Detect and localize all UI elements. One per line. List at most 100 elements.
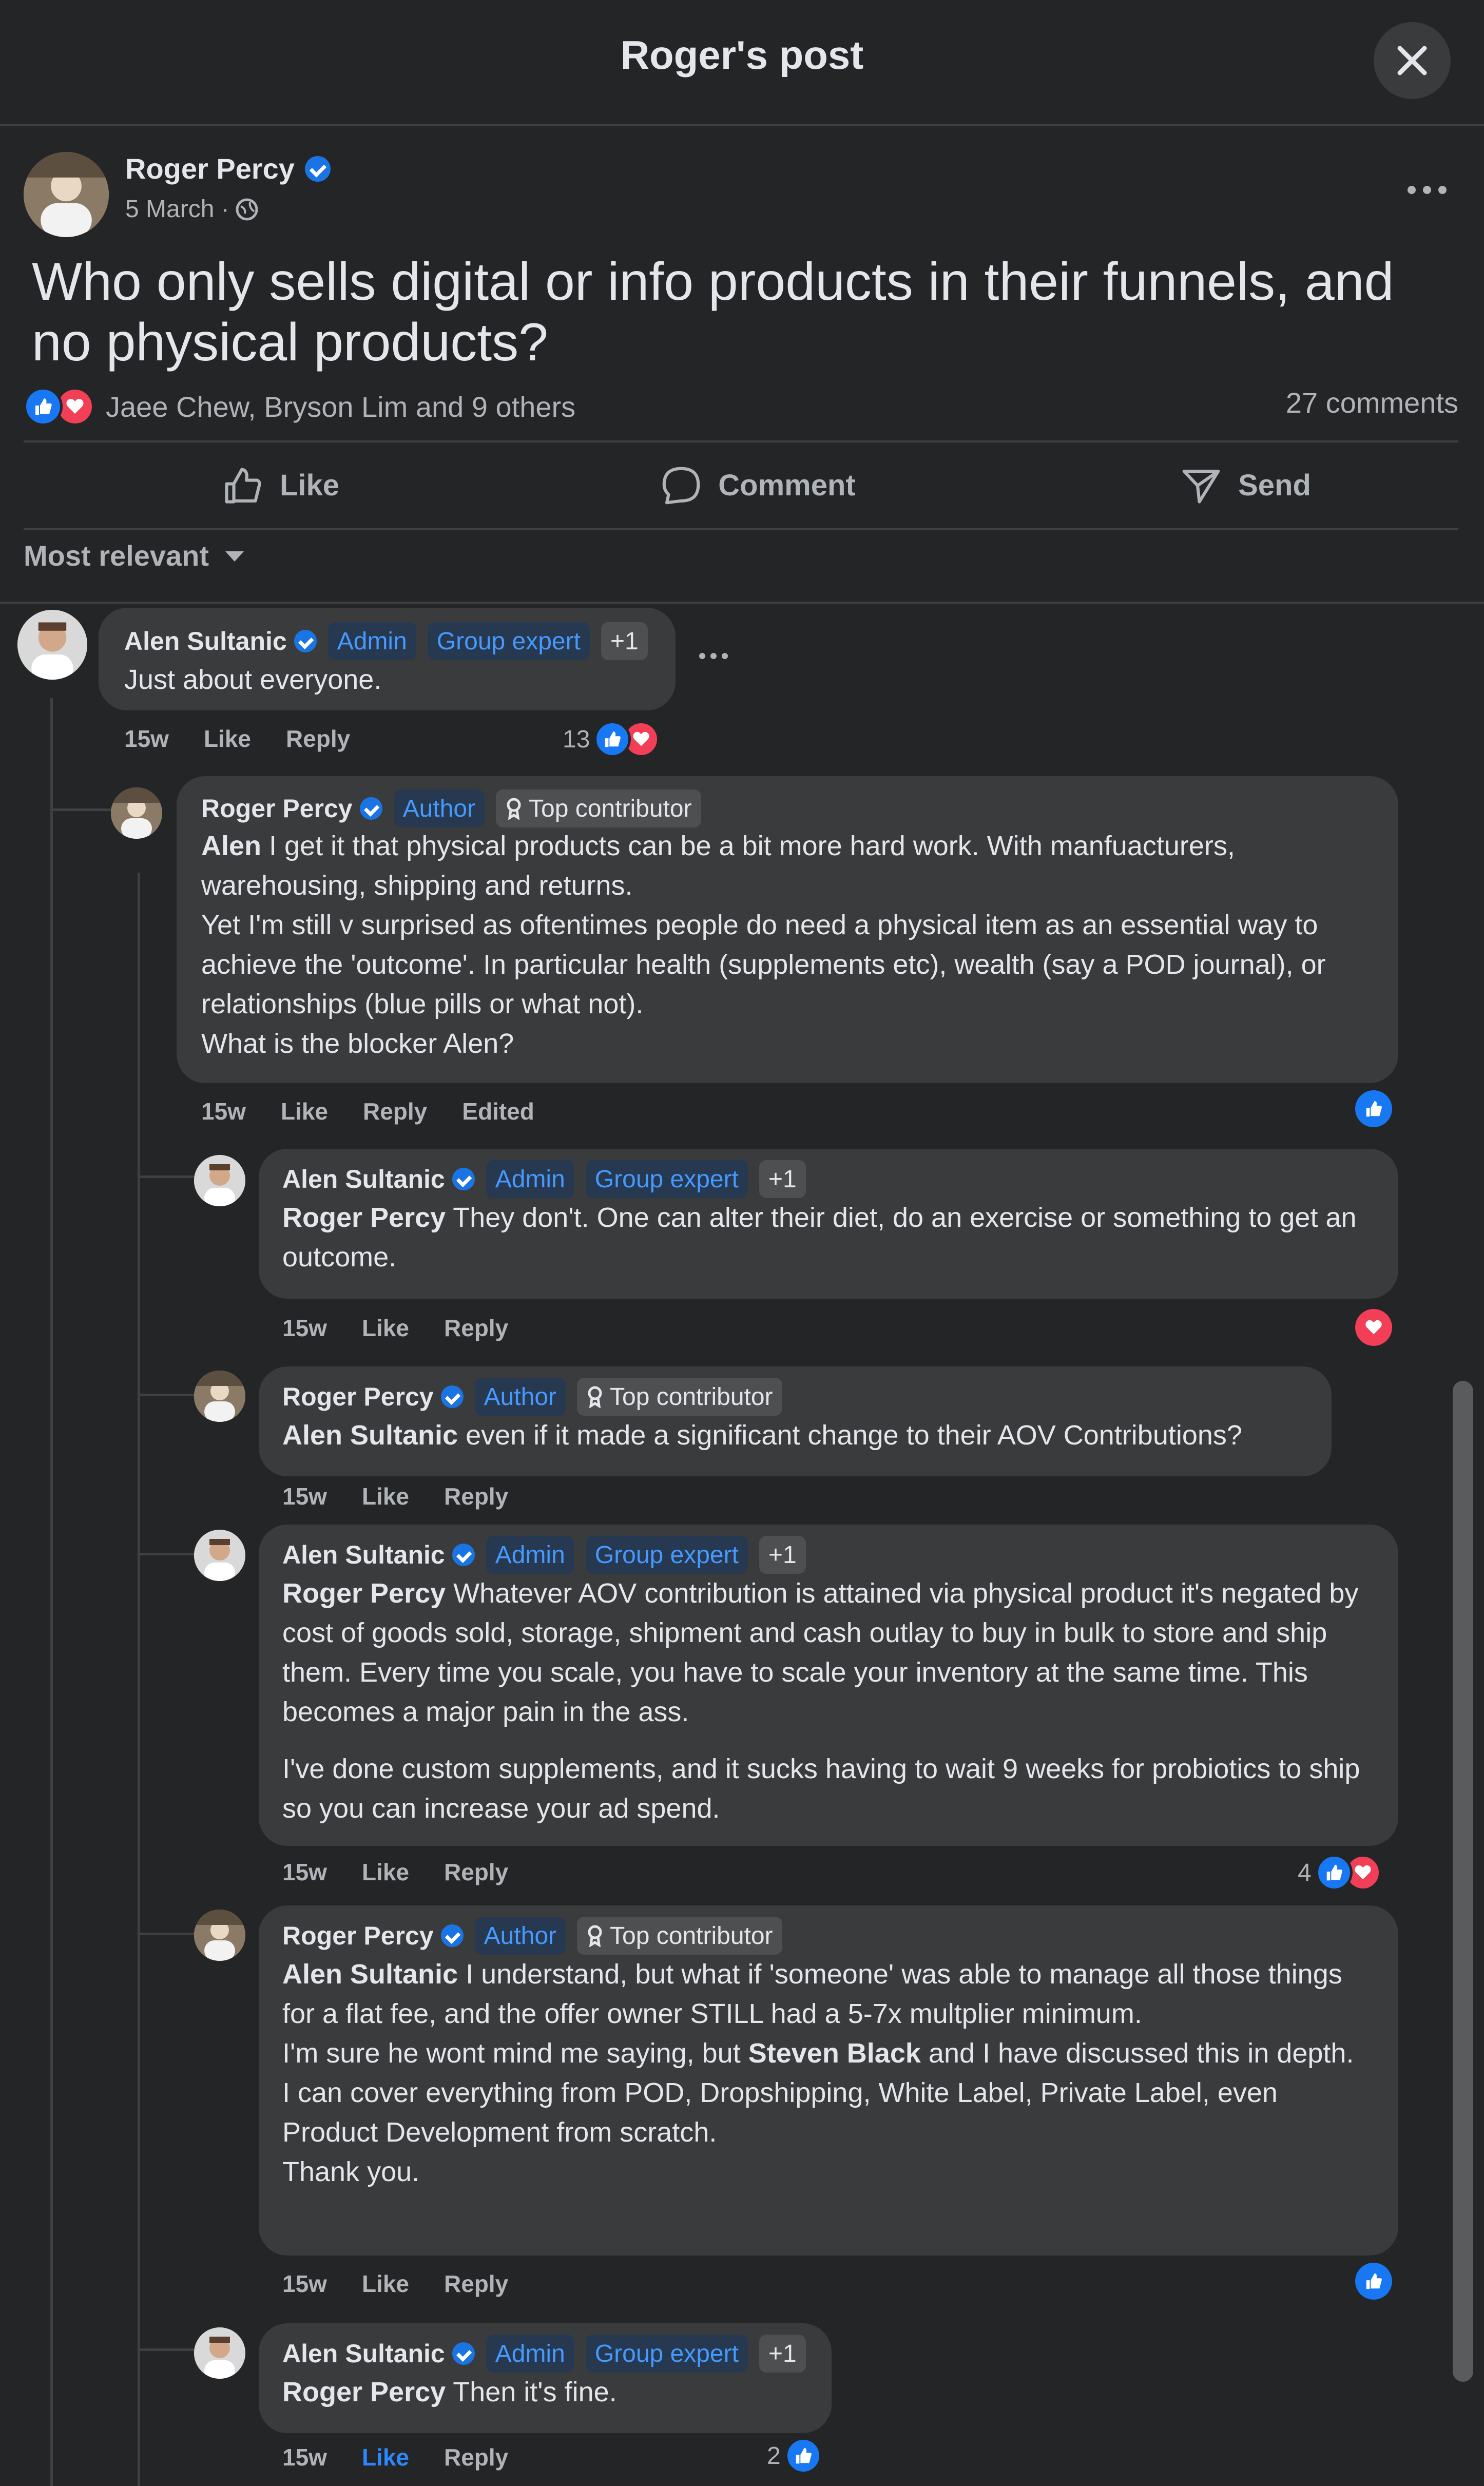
comment-reply-button[interactable]: Reply xyxy=(286,725,350,753)
like-reaction-icon xyxy=(24,387,63,426)
like-reaction-icon[interactable] xyxy=(1355,1090,1392,1127)
comment-author[interactable]: Roger Percy xyxy=(282,1921,434,1951)
commenter-avatar[interactable] xyxy=(17,610,87,680)
comment-meta: 15w Like Reply xyxy=(282,2443,543,2471)
comment-reply-button[interactable]: Reply xyxy=(444,1314,508,1342)
extra-badge-count[interactable]: +1 xyxy=(759,1160,806,1198)
verified-badge-icon xyxy=(294,630,317,652)
comment-text: Roger Percy Whatever AOV contribution is… xyxy=(282,1578,1359,1727)
comment-reactions[interactable]: 2 xyxy=(767,2437,822,2474)
commenter-avatar[interactable] xyxy=(194,1371,245,1422)
comment-like-button[interactable]: Like xyxy=(281,1097,328,1125)
comment-time[interactable]: 15w xyxy=(282,2270,327,2298)
comment-options-button[interactable] xyxy=(698,652,729,663)
comments-count[interactable]: 27 comments xyxy=(1286,386,1458,419)
group-expert-badge: Group expert xyxy=(427,622,590,660)
comment-like-button[interactable]: Like xyxy=(362,2270,409,2298)
reactors-names[interactable]: Jaee Chew, Bryson Lim and 9 others xyxy=(106,390,575,423)
comment-text: Alen I get it that physical products can… xyxy=(201,831,1326,1059)
sort-dropdown[interactable]: Most relevant xyxy=(24,539,246,572)
top-contributor-badge: Top contributor xyxy=(577,1917,782,1955)
edited-label[interactable]: Edited xyxy=(462,1097,534,1125)
comment-meta: 15w Like Reply xyxy=(282,1858,543,1886)
comment-like-button[interactable]: Like xyxy=(362,2443,409,2471)
comment-time[interactable]: 15w xyxy=(124,725,169,753)
more-icon xyxy=(699,653,728,659)
extra-badge-count[interactable]: +1 xyxy=(759,1536,806,1574)
comment-reply-button[interactable]: Reply xyxy=(444,2443,508,2471)
comment-time[interactable]: 15w xyxy=(282,1482,327,1510)
comment-time[interactable]: 15w xyxy=(282,1314,327,1342)
comment-author[interactable]: Alen Sultanic xyxy=(282,1164,445,1194)
admin-badge: Admin xyxy=(486,2335,574,2373)
comment-text-paragraph: I've done custom supplements, and it suc… xyxy=(282,1753,1360,1824)
comment-time[interactable]: 15w xyxy=(282,2443,327,2471)
comment-reactions[interactable]: 4 xyxy=(1298,1854,1381,1891)
post-author-avatar[interactable] xyxy=(24,152,109,237)
love-reaction-icon[interactable] xyxy=(1355,1309,1392,1346)
like-button[interactable]: Like xyxy=(178,442,383,528)
comment-reply-button[interactable]: Reply xyxy=(444,1482,508,1510)
comment-bubble: Roger Percy Author Top contributor Alen … xyxy=(259,1366,1332,1476)
scrollbar-thumb[interactable] xyxy=(1453,1381,1473,2382)
group-expert-badge: Group expert xyxy=(585,1536,748,1574)
send-button[interactable]: Send xyxy=(1143,442,1348,528)
comment-header: Roger Percy Author Top contributor xyxy=(282,1378,782,1416)
comment-time[interactable]: 15w xyxy=(282,1858,327,1886)
verified-badge-icon xyxy=(452,1544,475,1566)
verified-badge-icon xyxy=(452,2342,475,2365)
post-author-name[interactable]: Roger Percy xyxy=(125,152,295,185)
commenter-avatar[interactable] xyxy=(111,787,162,839)
verified-badge-icon xyxy=(304,156,331,182)
verified-badge-icon xyxy=(440,1924,464,1947)
comment-like-button[interactable]: Like xyxy=(204,725,251,753)
send-label: Send xyxy=(1238,469,1311,502)
mention[interactable]: Roger Percy xyxy=(282,2377,446,2407)
like-reaction-icon xyxy=(594,721,631,758)
comment-like-button[interactable]: Like xyxy=(362,1314,409,1342)
comment-like-button[interactable]: Like xyxy=(362,1482,409,1510)
commenter-avatar[interactable] xyxy=(194,1910,245,1961)
commenter-avatar[interactable] xyxy=(194,1155,245,1206)
comment-bubble: Roger Percy Author Top contributor Alen … xyxy=(259,1905,1398,2256)
post-date[interactable]: 5 March · xyxy=(125,195,229,223)
mention[interactable]: Roger Percy xyxy=(282,1578,446,1609)
mention[interactable]: Steven Black xyxy=(748,2038,921,2069)
comment-author[interactable]: Alen Sultanic xyxy=(124,626,287,656)
comment-text: Roger Percy They don't. One can alter th… xyxy=(282,1202,1357,1273)
post-options-button[interactable] xyxy=(1396,175,1458,205)
comment-reactions[interactable]: 13 xyxy=(563,721,660,758)
mention[interactable]: Alen Sultanic xyxy=(282,1420,458,1451)
post-author-name-row: Roger Percy xyxy=(125,152,331,185)
comment-reply-button[interactable]: Reply xyxy=(444,1858,508,1886)
comment-button[interactable]: Comment xyxy=(624,442,891,528)
comment-author[interactable]: Roger Percy xyxy=(201,794,353,823)
comment-time[interactable]: 15w xyxy=(201,1097,246,1125)
comment-meta: 15w Like Reply xyxy=(124,725,385,753)
comment-reply-button[interactable]: Reply xyxy=(444,2270,508,2298)
comment-icon xyxy=(662,467,700,504)
commenter-avatar[interactable] xyxy=(194,2327,245,2379)
comment-author[interactable]: Alen Sultanic xyxy=(282,1540,445,1570)
globe-icon xyxy=(236,198,258,220)
reactions-summary[interactable]: Jaee Chew, Bryson Lim and 9 others xyxy=(24,387,575,426)
comment-header: Alen Sultanic Admin Group expert +1 xyxy=(282,1160,806,1198)
close-button[interactable] xyxy=(1374,22,1451,99)
admin-badge: Admin xyxy=(486,1160,574,1198)
comment-meta: 15w Like Reply xyxy=(282,1314,543,1342)
like-reaction-icon[interactable] xyxy=(1355,2263,1392,2300)
mention[interactable]: Roger Percy xyxy=(282,1202,446,1233)
commenter-avatar[interactable] xyxy=(194,1530,245,1581)
comment-reply-button[interactable]: Reply xyxy=(363,1097,427,1125)
comment-like-button[interactable]: Like xyxy=(362,1858,409,1886)
mention[interactable]: Alen Sultanic xyxy=(282,1959,458,1990)
admin-badge: Admin xyxy=(327,622,416,660)
comment-header: Alen Sultanic Admin Group expert +1 xyxy=(282,1536,806,1574)
extra-badge-count[interactable]: +1 xyxy=(759,2335,806,2373)
author-badge: Author xyxy=(393,789,485,827)
comment-author[interactable]: Roger Percy xyxy=(282,1382,434,1412)
comment-author[interactable]: Alen Sultanic xyxy=(282,2339,445,2368)
verified-badge-icon xyxy=(452,1168,475,1190)
extra-badge-count[interactable]: +1 xyxy=(601,622,648,660)
mention[interactable]: Alen xyxy=(201,831,261,861)
